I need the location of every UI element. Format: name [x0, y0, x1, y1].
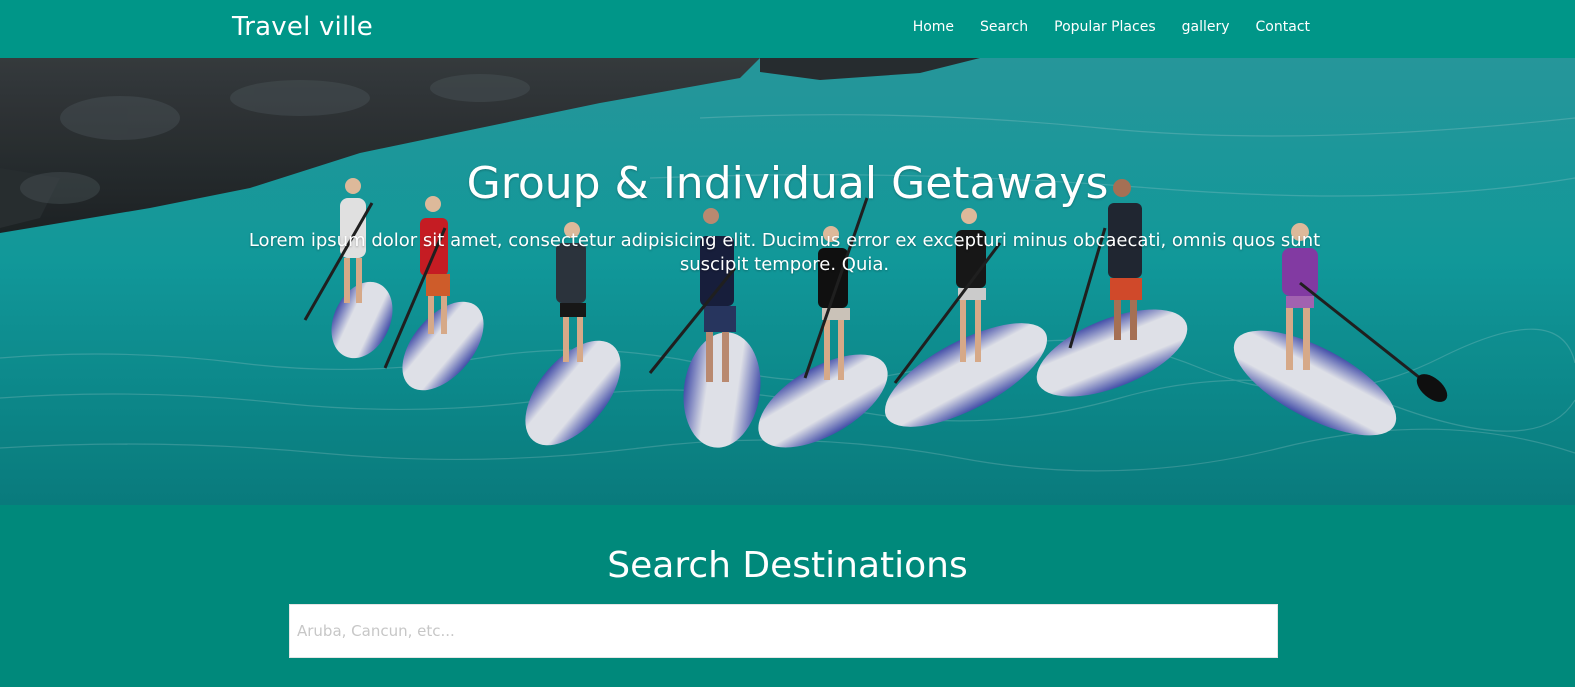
nav-item-home: Home: [900, 19, 967, 35]
nav-link-popular-places[interactable]: Popular Places: [1041, 19, 1168, 35]
search-input[interactable]: [289, 604, 1278, 658]
search-title: Search Destinations: [607, 545, 968, 586]
nav-item-contact: Contact: [1243, 19, 1323, 35]
search-section: Search Destinations: [0, 505, 1575, 687]
brand-logo[interactable]: Travel ville: [232, 12, 373, 42]
nav-link-search[interactable]: Search: [967, 19, 1041, 35]
nav-link-gallery[interactable]: gallery: [1169, 19, 1243, 35]
nav-menu: Home Search Popular Places gallery Conta…: [900, 19, 1323, 35]
nav-link-contact[interactable]: Contact: [1243, 19, 1323, 35]
nav-item-gallery: gallery: [1169, 19, 1243, 35]
nav-item-search: Search: [967, 19, 1041, 35]
hero-background-image: [0, 58, 1575, 505]
nav-item-popular-places: Popular Places: [1041, 19, 1168, 35]
nav-link-home[interactable]: Home: [900, 19, 967, 35]
navbar: Travel ville Home Search Popular Places …: [0, 0, 1575, 58]
hero-banner: Group & Individual Getaways Lorem ipsum …: [0, 58, 1575, 505]
hero-title: Group & Individual Getaways: [466, 158, 1109, 209]
hero-description: Lorem ipsum dolor sit amet, consectetur …: [248, 230, 1321, 275]
